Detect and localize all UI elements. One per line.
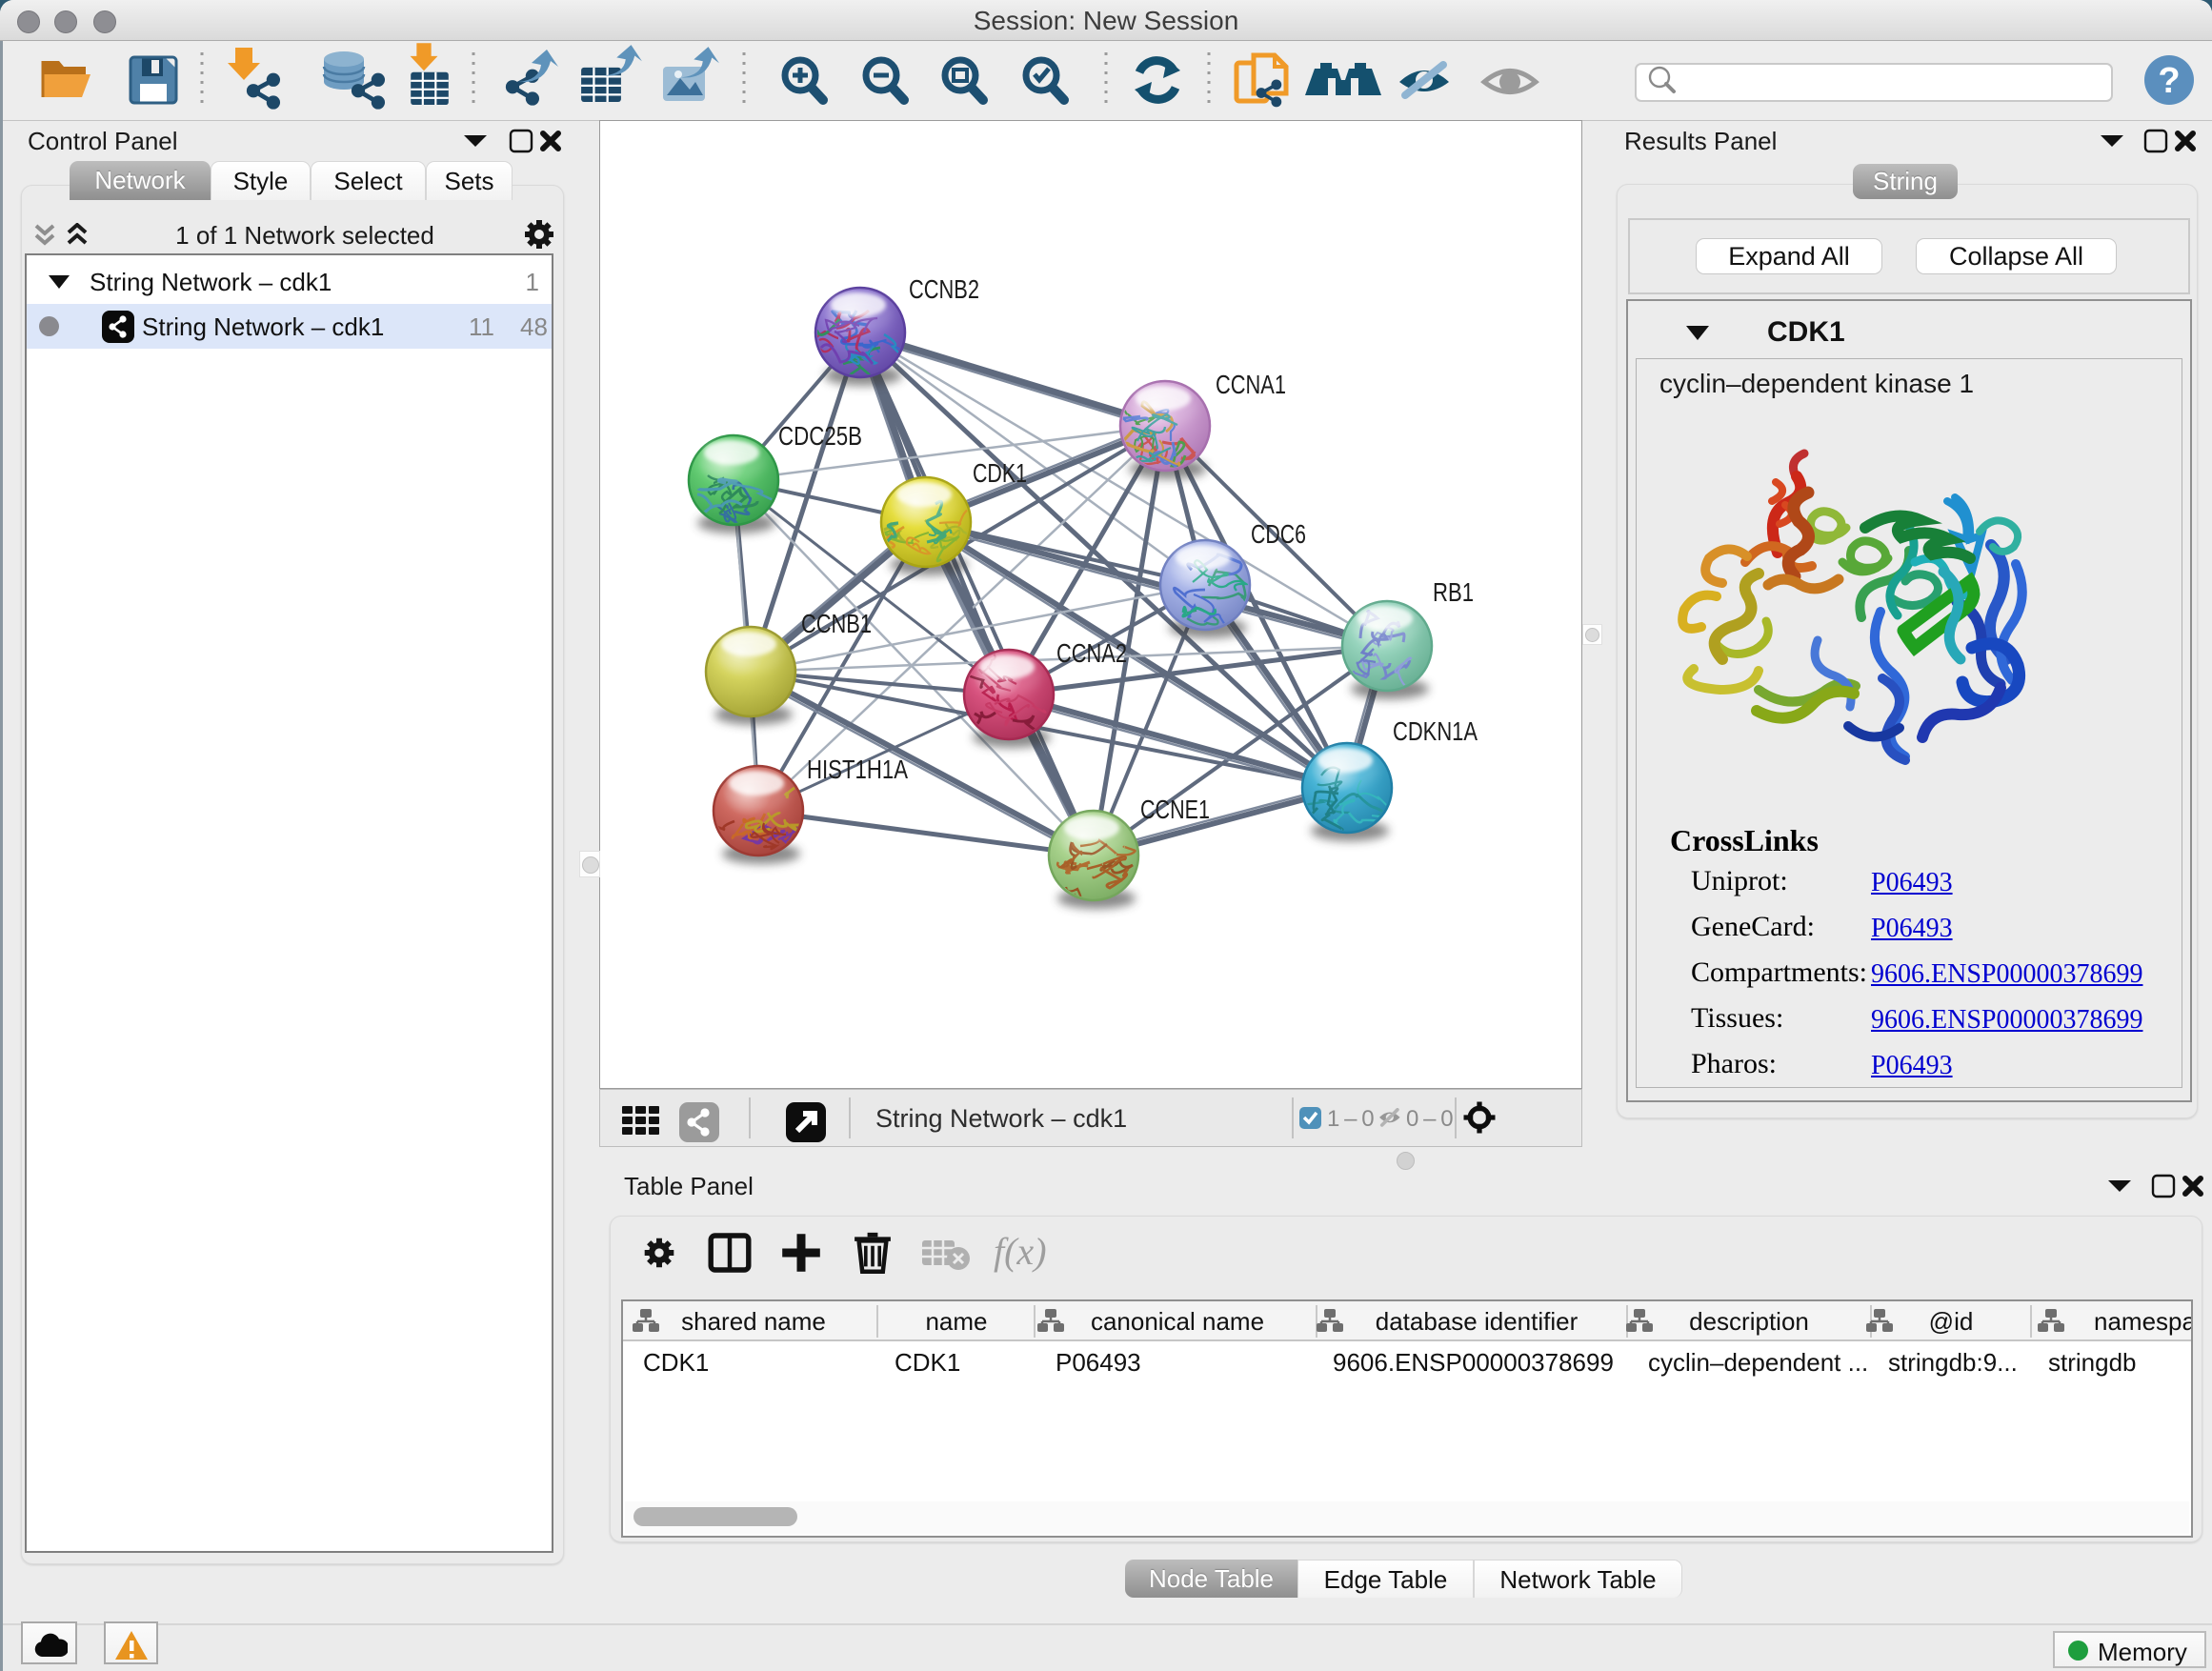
svg-text:0 – 0: 0 – 0 bbox=[1406, 1106, 1454, 1132]
svg-text:CCNB1: CCNB1 bbox=[801, 609, 872, 638]
svg-text:HIST1H1A: HIST1H1A bbox=[807, 755, 908, 784]
svg-text:1 – 0: 1 – 0 bbox=[1327, 1106, 1375, 1132]
svg-text:RB1: RB1 bbox=[1433, 577, 1474, 607]
svg-text:String Network – cdk1: String Network – cdk1 bbox=[875, 1104, 1127, 1133]
svg-text:CDKN1A: CDKN1A bbox=[1393, 716, 1478, 746]
svg-text:f(x): f(x) bbox=[994, 1230, 1047, 1273]
svg-text:CDK1: CDK1 bbox=[973, 458, 1027, 488]
svg-text:CDC6: CDC6 bbox=[1251, 519, 1306, 549]
svg-text:CCNA2: CCNA2 bbox=[1056, 638, 1127, 668]
svg-text:database identifier: database identifier bbox=[1376, 1307, 1579, 1336]
svg-text:description: description bbox=[1689, 1307, 1809, 1336]
svg-text:CCNB2: CCNB2 bbox=[909, 274, 979, 304]
svg-text:CDC25B: CDC25B bbox=[778, 421, 862, 451]
svg-text:?: ? bbox=[2158, 61, 2180, 101]
svg-text:CCNE1: CCNE1 bbox=[1140, 795, 1210, 824]
svg-text:shared name: shared name bbox=[681, 1307, 826, 1336]
svg-text:namespac: namespac bbox=[2094, 1307, 2191, 1336]
svg-text:CCNA1: CCNA1 bbox=[1216, 370, 1286, 399]
svg-text:name: name bbox=[925, 1307, 987, 1336]
svg-text:@id: @id bbox=[1929, 1307, 1974, 1336]
svg-text:canonical name: canonical name bbox=[1091, 1307, 1264, 1336]
